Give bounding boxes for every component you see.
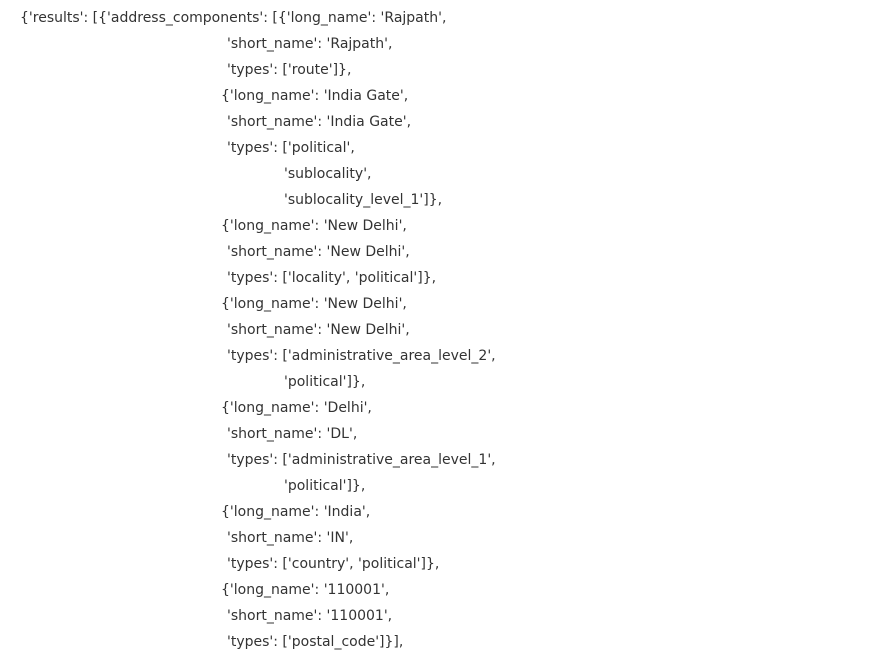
code-line: 'types': ['political', bbox=[227, 140, 355, 156]
code-line: 'short_name': '110001', bbox=[227, 608, 393, 624]
code-line: 'types': ['administrative_area_level_2', bbox=[227, 348, 496, 364]
code-line: 'short_name': 'Rajpath', bbox=[227, 36, 393, 52]
code-line: 'short_name': 'IN', bbox=[227, 530, 354, 546]
code-line: {'long_name': 'New Delhi', bbox=[221, 218, 407, 234]
code-line: 'short_name': 'New Delhi', bbox=[227, 244, 410, 260]
code-line: 'sublocality_level_1']}, bbox=[284, 192, 443, 208]
code-line: 'types': ['postal_code']}], bbox=[227, 634, 404, 650]
code-line: 'short_name': 'DL', bbox=[227, 426, 358, 442]
code-output: {'results': [{'address_components': [{'l… bbox=[0, 0, 878, 660]
code-line: 'sublocality', bbox=[284, 166, 372, 182]
code-line: 'short_name': 'New Delhi', bbox=[227, 322, 410, 338]
code-line: 'types': ['country', 'political']}, bbox=[227, 556, 440, 572]
code-line: {'long_name': 'India Gate', bbox=[221, 88, 409, 104]
code-line: 'types': ['route']}, bbox=[227, 62, 352, 78]
code-line: 'political']}, bbox=[284, 478, 366, 494]
code-line: {'long_name': 'Delhi', bbox=[221, 400, 372, 416]
code-line: {'long_name': 'India', bbox=[221, 504, 371, 520]
code-line: 'types': ['locality', 'political']}, bbox=[227, 270, 437, 286]
code-line: {'long_name': 'New Delhi', bbox=[221, 296, 407, 312]
code-line: {'results': [{'address_components': [{'l… bbox=[20, 10, 447, 26]
code-line: 'short_name': 'India Gate', bbox=[227, 114, 412, 130]
code-line: {'long_name': '110001', bbox=[221, 582, 390, 598]
code-line: 'political']}, bbox=[284, 374, 366, 390]
code-line: 'types': ['administrative_area_level_1', bbox=[227, 452, 496, 468]
